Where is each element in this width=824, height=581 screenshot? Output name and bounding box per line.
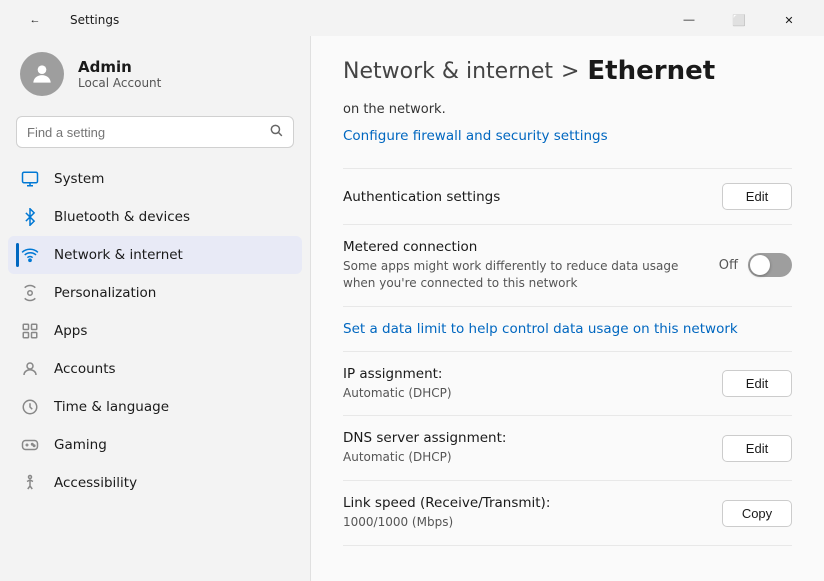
breadcrumb-current: Ethernet xyxy=(587,56,715,86)
time-label: Time & language xyxy=(54,399,169,415)
firewall-link[interactable]: Configure firewall and security settings xyxy=(343,128,608,144)
sidebar-item-network[interactable]: Network & internet xyxy=(8,236,302,274)
authentication-edit-button[interactable]: Edit xyxy=(722,183,792,210)
dns-edit-button[interactable]: Edit xyxy=(722,435,792,462)
sidebar-item-time[interactable]: Time & language xyxy=(8,388,302,426)
personalization-icon xyxy=(20,283,40,303)
link-speed-row: Link speed (Receive/Transmit): 1000/1000… xyxy=(343,480,792,546)
breadcrumb: Network & internet > Ethernet xyxy=(311,36,824,98)
network-label: Network & internet xyxy=(54,247,183,263)
user-subtitle: Local Account xyxy=(78,76,161,90)
sidebar-item-system[interactable]: System xyxy=(8,160,302,198)
gaming-icon xyxy=(20,435,40,455)
sidebar-item-accounts[interactable]: Accounts xyxy=(8,350,302,388)
sidebar-item-apps[interactable]: Apps xyxy=(8,312,302,350)
ip-content: IP assignment: Automatic (DHCP) xyxy=(343,366,452,402)
avatar xyxy=(20,52,64,96)
sidebar: Admin Local Account xyxy=(0,36,310,581)
sidebar-item-gaming[interactable]: Gaming xyxy=(8,426,302,464)
metered-toggle[interactable] xyxy=(748,253,792,277)
time-icon xyxy=(20,397,40,417)
network-icon xyxy=(20,245,40,265)
titlebar-left: ← Settings xyxy=(12,6,119,34)
gaming-label: Gaming xyxy=(54,437,107,453)
sidebar-item-personalization[interactable]: Personalization xyxy=(8,274,302,312)
user-info: Admin Local Account xyxy=(78,58,161,90)
toggle-off-label: Off xyxy=(719,258,738,273)
data-limit-row: Set a data limit to help control data us… xyxy=(343,306,792,351)
ip-edit-button[interactable]: Edit xyxy=(722,370,792,397)
authentication-label: Authentication settings xyxy=(343,189,500,205)
metered-content: Metered connection Some apps might work … xyxy=(343,239,719,292)
search-icon xyxy=(269,123,283,141)
metered-row: Metered connection Some apps might work … xyxy=(343,224,792,306)
metered-toggle-container: Off xyxy=(719,253,792,277)
toggle-thumb xyxy=(750,255,770,275)
sidebar-item-bluetooth[interactable]: Bluetooth & devices xyxy=(8,198,302,236)
link-speed-copy-button[interactable]: Copy xyxy=(722,500,792,527)
close-button[interactable]: ✕ xyxy=(766,6,812,34)
main-container: Admin Local Account xyxy=(0,36,824,581)
breadcrumb-separator: > xyxy=(561,59,579,84)
system-icon xyxy=(20,169,40,189)
accessibility-label: Accessibility xyxy=(54,475,137,491)
content-body: on the network. Configure firewall and s… xyxy=(311,98,824,578)
apps-icon xyxy=(20,321,40,341)
minimize-button[interactable]: — xyxy=(666,6,712,34)
data-limit-link[interactable]: Set a data limit to help control data us… xyxy=(343,321,738,337)
dns-row: DNS server assignment: Automatic (DHCP) … xyxy=(343,415,792,480)
user-name: Admin xyxy=(78,58,161,76)
apps-label: Apps xyxy=(54,323,87,339)
window-controls: — ⬜ ✕ xyxy=(666,6,812,34)
top-note: on the network. xyxy=(343,98,792,117)
breadcrumb-parent: Network & internet xyxy=(343,59,553,84)
search-box[interactable] xyxy=(16,116,294,148)
bluetooth-label: Bluetooth & devices xyxy=(54,209,190,225)
back-button[interactable]: ← xyxy=(12,6,58,34)
user-profile: Admin Local Account xyxy=(0,36,310,116)
accounts-label: Accounts xyxy=(54,361,116,377)
nav-section: System Bluetooth & devices xyxy=(0,160,310,502)
system-label: System xyxy=(54,171,104,187)
content-area: Network & internet > Ethernet on the net… xyxy=(310,36,824,581)
titlebar: ← Settings — ⬜ ✕ xyxy=(0,0,824,36)
personalization-label: Personalization xyxy=(54,285,156,301)
search-input[interactable] xyxy=(27,125,261,140)
ip-assignment-row: IP assignment: Automatic (DHCP) Edit xyxy=(343,351,792,416)
accessibility-icon xyxy=(20,473,40,493)
sidebar-item-accessibility[interactable]: Accessibility xyxy=(8,464,302,502)
app-title: Settings xyxy=(70,13,119,27)
link-speed-content: Link speed (Receive/Transmit): 1000/1000… xyxy=(343,495,550,531)
accounts-icon xyxy=(20,359,40,379)
dns-content: DNS server assignment: Automatic (DHCP) xyxy=(343,430,506,466)
authentication-row: Authentication settings Edit xyxy=(343,168,792,224)
maximize-button[interactable]: ⬜ xyxy=(716,6,762,34)
bluetooth-icon xyxy=(20,207,40,227)
